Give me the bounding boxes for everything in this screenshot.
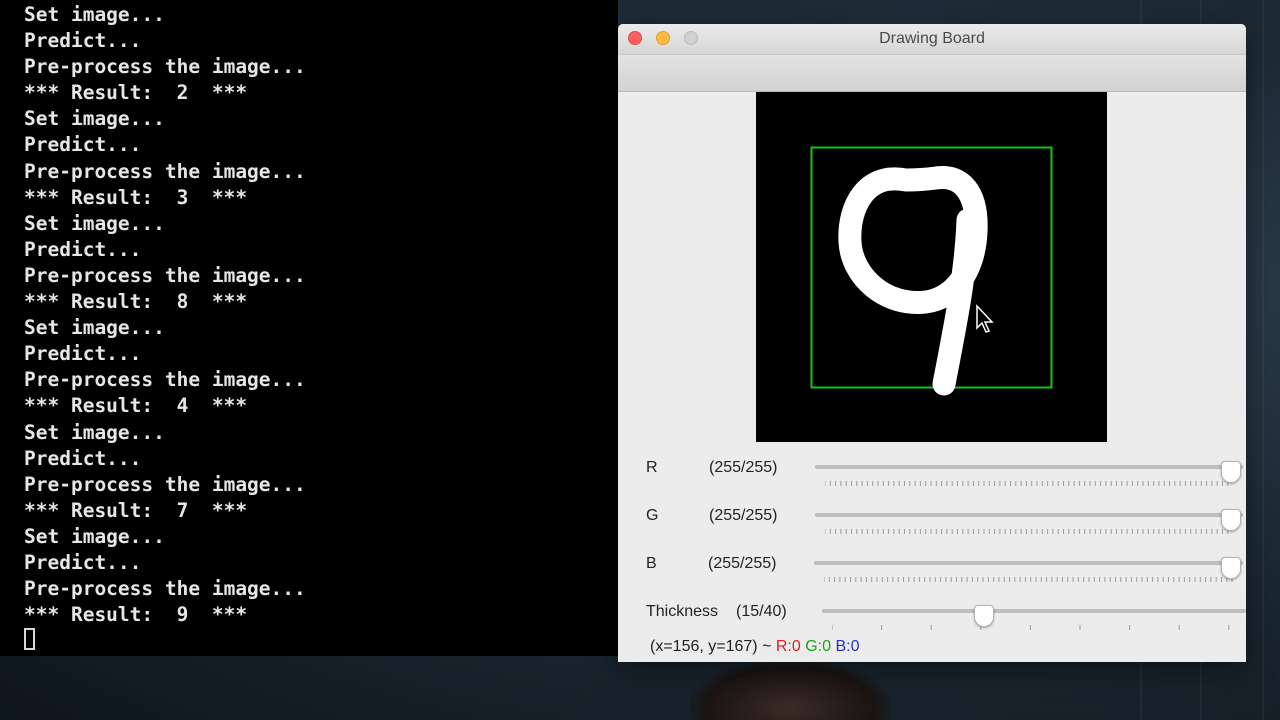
slider-ticks-r: [825, 481, 1229, 486]
slider-label-g: G: [646, 507, 659, 524]
slider-ticks-g: [825, 529, 1229, 534]
terminal-line: *** Result: 8 ***: [24, 290, 248, 314]
slider-thumb-thickness[interactable]: [974, 605, 994, 627]
slider-ticks-b: [824, 577, 1233, 582]
title-bar[interactable]: Drawing Board: [618, 24, 1246, 55]
slider-ticks-thickness: [832, 625, 1230, 630]
slider-track-r[interactable]: [815, 461, 1243, 486]
slider-thumb-g[interactable]: [1221, 509, 1241, 531]
pixel-blue-value: B:0: [835, 638, 860, 655]
slider-row-r: R (255/255): [618, 459, 1246, 499]
slider-label-thickness: Thickness: [646, 603, 719, 620]
drawing-canvas[interactable]: [756, 92, 1107, 442]
terminal-window[interactable]: Set image... Predict... Pre-process the …: [0, 0, 618, 656]
terminal-line: *** Result: 3 ***: [24, 185, 248, 209]
terminal-line: Pre-process the image...: [24, 368, 306, 392]
terminal-line: Pre-process the image...: [24, 472, 306, 496]
terminal-line: Set image...: [24, 524, 165, 548]
cursor-coordinates: (x=156, y=167) ~: [650, 638, 776, 655]
terminal-line: Pre-process the image...: [24, 263, 306, 287]
terminal-line: Predict...: [24, 446, 142, 470]
terminal-line: Set image...: [24, 3, 165, 26]
terminal-line: Predict...: [24, 550, 142, 574]
mouse-pointer-icon: [976, 304, 994, 333]
drawn-digit-stroke: [838, 165, 988, 396]
terminal-line: Set image...: [24, 316, 165, 340]
slider-thumb-r[interactable]: [1221, 461, 1241, 483]
terminal-line: Predict...: [24, 342, 142, 366]
terminal-line: Predict...: [24, 29, 142, 53]
terminal-line: *** Result: 4 ***: [24, 394, 248, 418]
window-title: Drawing Board: [879, 30, 985, 47]
slider-label-b: B: [646, 555, 657, 572]
desktop-wallpaper-figure: [690, 660, 890, 720]
terminal-line: Predict...: [24, 133, 142, 157]
slider-value-b: (255/255): [708, 555, 777, 572]
terminal-line: Set image...: [24, 420, 165, 444]
toolbar: [618, 55, 1246, 92]
slider-row-thickness: Thickness (15/40): [618, 603, 1246, 643]
slider-value-r: (255/255): [709, 459, 778, 476]
terminal-line: Pre-process the image...: [24, 55, 306, 79]
terminal-line: *** Result: 2 ***: [24, 81, 248, 105]
terminal-line: Set image...: [24, 107, 165, 131]
terminal-cursor: [24, 628, 35, 650]
terminal-line: Pre-process the image...: [24, 577, 306, 601]
slider-track-thickness[interactable]: [822, 605, 1246, 630]
terminal-line: *** Result: 7 ***: [24, 498, 248, 522]
slider-value-thickness: (15/40): [736, 603, 787, 620]
terminal-line: *** Result: 9 ***: [24, 603, 248, 627]
terminal-line: Set image...: [24, 211, 165, 235]
pixel-green-value: G:0: [805, 638, 832, 655]
slider-label-r: R: [646, 459, 658, 476]
terminal-output: Set image... Predict... Pre-process the …: [24, 2, 306, 628]
terminal-line: Predict...: [24, 237, 142, 261]
slider-row-b: B (255/255): [618, 555, 1246, 595]
slider-row-g: G (255/255): [618, 507, 1246, 547]
slider-value-g: (255/255): [709, 507, 778, 524]
drawing-board-window: Drawing Board R (255/255) G (255/255) B …: [618, 24, 1246, 662]
slider-track-b[interactable]: [814, 557, 1243, 582]
slider-track-g[interactable]: [815, 509, 1243, 534]
slider-thumb-b[interactable]: [1221, 557, 1241, 579]
terminal-line: Pre-process the image...: [24, 159, 306, 183]
pixel-red-value: R:0: [775, 638, 801, 655]
status-bar: (x=156, y=167) ~ R:0 G:0 B:0: [650, 638, 859, 656]
